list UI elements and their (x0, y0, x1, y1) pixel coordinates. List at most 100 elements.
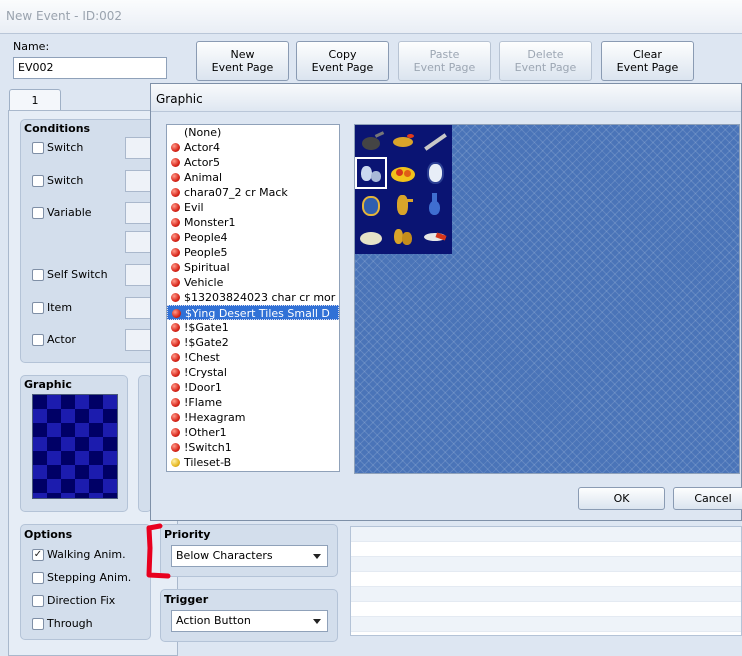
through-checkbox[interactable] (32, 618, 44, 630)
file-list-item[interactable]: Monster1 (167, 215, 339, 230)
file-name: !Crystal (184, 366, 227, 379)
trigger-value: Action Button (176, 614, 251, 627)
stepping-anim-checkbox[interactable] (32, 572, 44, 584)
clear-event-page-button[interactable]: Clear Event Page (601, 41, 694, 81)
conditions-title: Conditions (24, 122, 91, 135)
file-list-item[interactable]: People4 (167, 230, 339, 245)
jar-icon[interactable] (355, 189, 387, 221)
file-list-item[interactable]: $Ying Desert Tiles Small D (167, 305, 339, 320)
tileset-image[interactable] (355, 125, 452, 254)
blue-plate-icon[interactable] (419, 157, 451, 189)
file-list-item[interactable]: !Other1 (167, 425, 339, 440)
ok-button[interactable]: OK (578, 487, 665, 510)
window-title: New Event - ID:002 (6, 9, 123, 23)
options-title: Options (24, 528, 73, 541)
switch1-label: Switch (47, 141, 84, 154)
file-name: Tileset-B (184, 456, 232, 469)
character-file-icon (171, 443, 180, 452)
stepping-anim-label: Stepping Anim. (47, 571, 132, 584)
switch2-checkbox[interactable] (32, 175, 44, 187)
file-name: Actor4 (184, 141, 220, 154)
file-list-item[interactable]: Vehicle (167, 275, 339, 290)
file-list-item[interactable]: !Switch1 (167, 440, 339, 455)
tileset-file-icon (171, 458, 180, 467)
file-list-item[interactable]: Evil (167, 200, 339, 215)
list-item[interactable] (351, 602, 741, 617)
file-name: (None) (184, 126, 222, 139)
trigger-select[interactable]: Action Button (171, 610, 328, 632)
chevron-down-icon (313, 619, 321, 624)
graphic-file-list[interactable]: (None) Actor4 Actor5 Animal chara07_2 cr Mac… (166, 124, 340, 472)
file-list-item[interactable]: $13203824023 char cr mor (167, 290, 339, 305)
tab-page-1[interactable]: 1 (9, 89, 61, 111)
character-file-icon (171, 383, 180, 392)
vase-set-icon[interactable] (355, 157, 387, 189)
file-name: !$Gate2 (184, 336, 229, 349)
priority-select[interactable]: Below Characters (171, 545, 328, 567)
tile-shape (427, 162, 444, 184)
tile-shape (429, 201, 440, 215)
character-file-icon (171, 353, 180, 362)
gourd-icon[interactable] (387, 221, 419, 253)
file-name: !Switch1 (184, 441, 232, 454)
delete-event-page-button[interactable]: Delete Event Page (499, 41, 592, 81)
event-commands-list[interactable] (350, 526, 742, 636)
file-list-item[interactable]: Animal (167, 170, 339, 185)
list-item[interactable] (351, 572, 741, 587)
list-item[interactable] (351, 542, 741, 557)
character-file-icon (171, 218, 180, 227)
character-file-icon (171, 248, 180, 257)
tile-shape (371, 171, 381, 182)
direction-fix-checkbox[interactable] (32, 595, 44, 607)
item-checkbox[interactable] (32, 302, 44, 314)
tile-shape (424, 133, 447, 151)
copy-event-page-button[interactable]: Copy Event Page (296, 41, 389, 81)
ewer-icon[interactable] (387, 189, 419, 221)
file-list-item[interactable]: !Hexagram (167, 410, 339, 425)
file-name: Animal (184, 171, 223, 184)
file-name: !$Gate1 (184, 321, 229, 334)
item-label: Item (47, 301, 73, 314)
self-switch-checkbox[interactable] (32, 269, 44, 281)
event-graphic-preview[interactable] (32, 394, 118, 499)
file-name: Vehicle (184, 276, 224, 289)
file-list-item[interactable]: !Flame (167, 395, 339, 410)
fish-icon[interactable] (419, 221, 451, 253)
file-list-item[interactable]: (None) (167, 125, 339, 140)
file-list-item[interactable]: !Crystal (167, 365, 339, 380)
variable-checkbox[interactable] (32, 207, 44, 219)
actor-checkbox[interactable] (32, 334, 44, 346)
walking-anim-label: Walking Anim. (47, 548, 126, 561)
file-list-item[interactable]: !Chest (167, 350, 339, 365)
file-list-item[interactable]: People5 (167, 245, 339, 260)
cancel-button[interactable]: Cancel (673, 487, 742, 510)
new-event-page-button[interactable]: New Event Page (196, 41, 289, 81)
switch1-checkbox[interactable] (32, 142, 44, 154)
teapot-icon[interactable] (355, 125, 387, 157)
rice-bowl-icon[interactable] (355, 221, 387, 253)
file-list-item[interactable]: Tileset-B (167, 455, 339, 470)
file-list-item[interactable]: Actor5 (167, 155, 339, 170)
name-input[interactable]: EV002 (13, 57, 167, 79)
file-list-item[interactable]: !$Gate2 (167, 335, 339, 350)
character-file-icon (171, 398, 180, 407)
file-list-item[interactable]: !Door1 (167, 380, 339, 395)
list-item[interactable] (351, 617, 741, 632)
list-item[interactable] (351, 527, 741, 542)
fruit-bowl-icon[interactable] (387, 157, 419, 189)
character-file-icon (171, 428, 180, 437)
graphic-preview-area[interactable] (354, 124, 740, 474)
blue-bottle-icon[interactable] (419, 189, 451, 221)
file-list-item[interactable]: chara07_2 cr Mack (167, 185, 339, 200)
list-item[interactable] (351, 557, 741, 572)
list-item[interactable] (351, 587, 741, 602)
flute-icon[interactable] (419, 125, 451, 157)
paste-event-page-button[interactable]: Paste Event Page (398, 41, 491, 81)
file-list-item[interactable]: Spiritual (167, 260, 339, 275)
dialog-titlebar: Graphic (151, 84, 741, 112)
walking-anim-checkbox[interactable]: ✓ (32, 549, 44, 561)
file-name: $13203824023 char cr mor (184, 291, 336, 304)
lamp-icon[interactable] (387, 125, 419, 157)
file-list-item[interactable]: !$Gate1 (167, 320, 339, 335)
file-list-item[interactable]: Actor4 (167, 140, 339, 155)
